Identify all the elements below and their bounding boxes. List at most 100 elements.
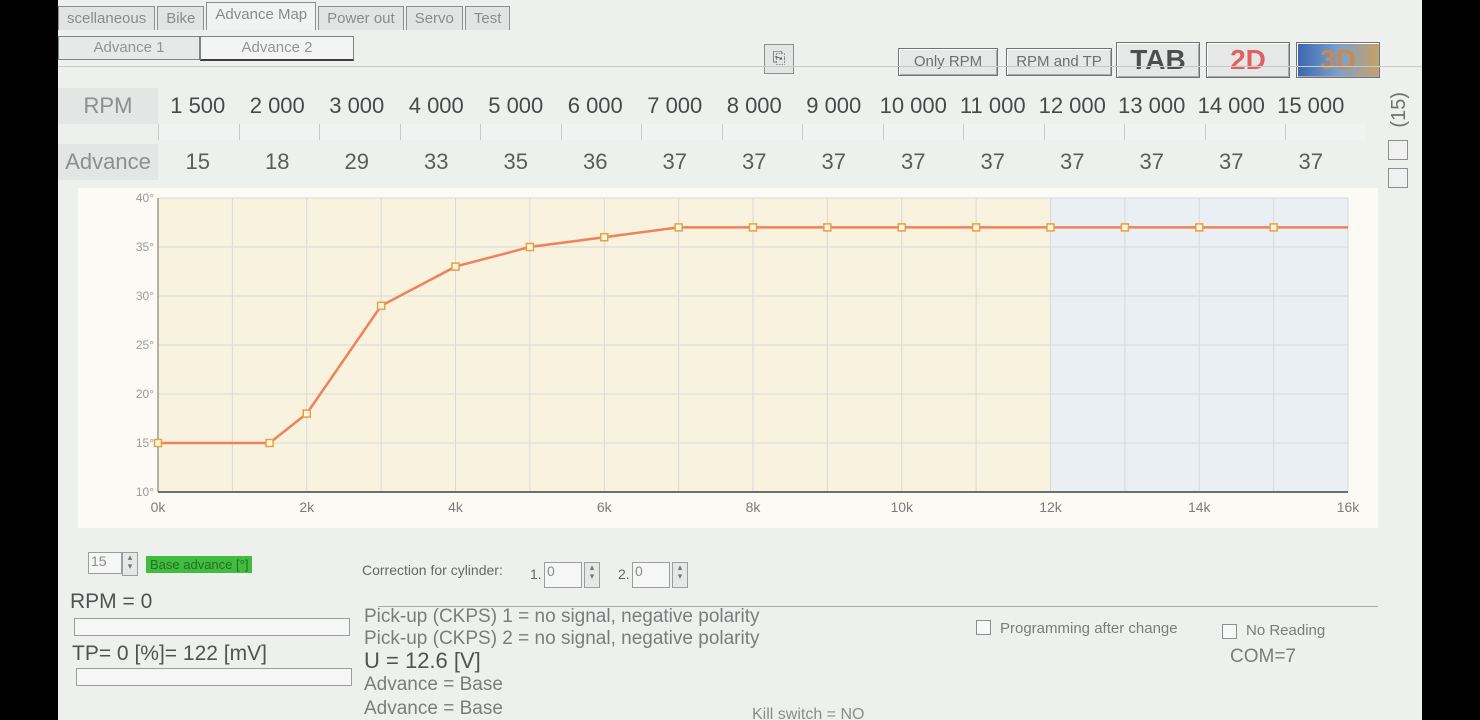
data-point-marker	[897, 223, 906, 232]
advance-cell[interactable]: 36	[556, 144, 636, 180]
y-tick-label: 30°	[136, 289, 154, 303]
column-increase-checkbox[interactable]	[1388, 140, 1408, 160]
rpm-cell[interactable]: 4 000	[397, 88, 477, 124]
cylinder-2-spinner[interactable]: 0	[632, 562, 670, 588]
advance-cell[interactable]: 37	[1112, 144, 1192, 180]
column-decrease-checkbox[interactable]	[1388, 168, 1408, 188]
copy-map-button[interactable]: ⎘	[764, 44, 794, 74]
x-tick-label: 8k	[746, 499, 762, 515]
y-tick-label: 20°	[136, 387, 154, 401]
x-tick-label: 6k	[597, 499, 613, 515]
tp-cell[interactable]	[1124, 124, 1205, 140]
only-rpm-button[interactable]: Only RPM	[898, 48, 998, 76]
rpm-status: RPM = 0	[70, 590, 153, 613]
rpm-cell[interactable]: 13 000	[1112, 88, 1192, 124]
data-point-marker	[153, 438, 163, 448]
rpm-cell[interactable]: 7 000	[635, 88, 715, 124]
tp-cell[interactable]	[641, 124, 722, 140]
tp-cell[interactable]	[802, 124, 883, 140]
rpm-cell[interactable]: 2 000	[238, 88, 318, 124]
rpm-bar	[74, 618, 350, 636]
tab-miscellaneous[interactable]: scellaneous	[58, 6, 156, 30]
tp-cell[interactable]	[882, 124, 963, 140]
x-tick-label: 0k	[151, 499, 167, 515]
advance-cell[interactable]: 37	[1271, 144, 1351, 180]
rpm-cell[interactable]: 12 000	[1033, 88, 1113, 124]
x-tick-label: 14k	[1188, 499, 1212, 515]
subtab-advance-2[interactable]: Advance 2	[200, 36, 354, 61]
advance-cell[interactable]: 29	[317, 144, 397, 180]
tp-status: TP= 0 [%]= 122 [mV]	[72, 642, 267, 665]
rpm-cell[interactable]: 1 500	[158, 88, 238, 124]
advance-cell[interactable]: 35	[476, 144, 556, 180]
tab-advance-map[interactable]: Advance Map	[206, 2, 317, 30]
subtab-advance-1[interactable]: Advance 1	[58, 36, 200, 60]
tp-bar	[76, 668, 352, 686]
advance-cell[interactable]: 37	[1033, 144, 1113, 180]
tp-cell[interactable]	[158, 124, 239, 140]
no-reading-label: No Reading	[1246, 622, 1326, 639]
cylinder-2-value: 0	[635, 563, 643, 579]
tp-cell[interactable]	[963, 124, 1044, 140]
pickup-1-status: Pick-up (CKPS) 1 = no signal, negative p…	[364, 606, 760, 627]
base-advance-value: 15	[91, 553, 107, 569]
cylinder-2-arrows[interactable]: ▴ ▾	[672, 562, 688, 588]
data-point-marker	[971, 223, 981, 232]
tab-bike[interactable]: Bike	[157, 6, 205, 30]
advance-chart[interactable]: 0k 2k 4k 6k 8k 10k 12k 14k 16k 10° 15° 20° 25° 30° 35°…	[78, 188, 1378, 528]
advance-cell[interactable]: 37	[635, 144, 715, 180]
rpm-cell[interactable]: 15 000	[1271, 88, 1351, 124]
programming-after-change-checkbox[interactable]	[976, 620, 991, 635]
tp-cell[interactable]	[1204, 124, 1285, 140]
advance-cell[interactable]: 18	[238, 144, 318, 180]
no-reading-checkbox[interactable]	[1222, 624, 1237, 639]
tp-cell[interactable]	[721, 124, 802, 140]
tp-cell[interactable]	[1285, 124, 1366, 140]
tab-power-out[interactable]: Power out	[318, 6, 404, 30]
data-point-marker	[1269, 223, 1278, 232]
rpm-cell[interactable]: 3 000	[317, 88, 397, 124]
y-tick-label: 25°	[136, 338, 154, 352]
tp-cell[interactable]	[1043, 124, 1124, 140]
rpm-cell[interactable]: 5 000	[476, 88, 556, 124]
tp-cell[interactable]	[238, 124, 319, 140]
tp-cell[interactable]	[399, 124, 480, 140]
advance-cell[interactable]: 37	[1192, 144, 1272, 180]
tp-cell[interactable]	[480, 124, 561, 140]
rpm-and-tp-button[interactable]: RPM and TP	[1006, 48, 1112, 76]
advance-cell[interactable]: 37	[953, 144, 1033, 180]
base-advance-arrows[interactable]: ▴ ▾	[122, 552, 138, 576]
advance-subtabs: Advance 1 Advance 2	[58, 36, 354, 61]
tab-view-button[interactable]: TAB	[1116, 42, 1200, 78]
cylinder-1-arrows[interactable]: ▴ ▾	[584, 562, 600, 588]
2d-view-button[interactable]: 2D	[1206, 42, 1290, 78]
data-point-marker	[1195, 223, 1204, 232]
base-advance-spinner[interactable]: 15	[88, 552, 122, 574]
tp-row	[158, 124, 1366, 140]
tp-cell[interactable]	[560, 124, 641, 140]
kill-switch-status: Kill switch = NO	[752, 706, 865, 720]
rpm-row: RPM 1 500 2 000 3 000 4 000 5 000 6 000 …	[58, 88, 1351, 124]
tp-cell[interactable]	[319, 124, 400, 140]
rpm-cell[interactable]: 6 000	[556, 88, 636, 124]
rpm-cell[interactable]: 8 000	[715, 88, 795, 124]
advance-cell[interactable]: 33	[397, 144, 477, 180]
rpm-cell[interactable]: 9 000	[794, 88, 874, 124]
rpm-cell[interactable]: 10 000	[874, 88, 954, 124]
pickup-2-status: Pick-up (CKPS) 2 = no signal, negative p…	[364, 628, 760, 649]
tab-servo[interactable]: Servo	[405, 6, 463, 30]
advance-row-label: Advance	[58, 144, 158, 180]
cylinder-1-spinner[interactable]: 0	[544, 562, 582, 588]
advance-cell[interactable]: 37	[874, 144, 954, 180]
rpm-cell[interactable]: 14 000	[1192, 88, 1272, 124]
3d-view-button[interactable]: 3D	[1296, 42, 1380, 78]
x-tick-label: 2k	[299, 499, 315, 515]
tab-test[interactable]: Test	[464, 6, 511, 30]
advance-cell[interactable]: 15	[158, 144, 238, 180]
rpm-cell[interactable]: 11 000	[953, 88, 1033, 124]
data-point-marker	[376, 301, 386, 311]
advance-cell[interactable]: 37	[715, 144, 795, 180]
advance-cell[interactable]: 37	[794, 144, 874, 180]
base-advance-label: Base advance [°]	[146, 556, 253, 573]
data-point-marker	[748, 223, 758, 232]
